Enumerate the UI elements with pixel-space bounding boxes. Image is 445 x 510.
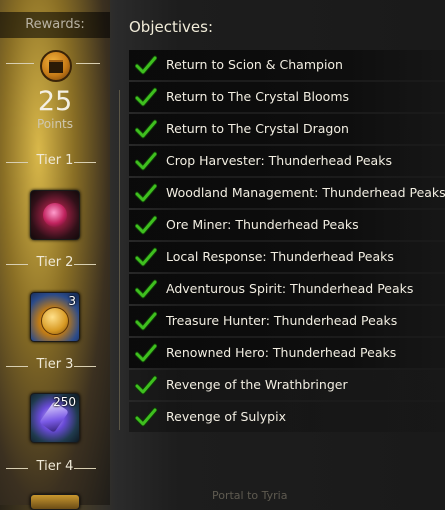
checkmark-icon	[135, 118, 157, 140]
rewards-panel: Rewards: 25 Points Tier 1 Tier 2 3 Tier …	[0, 0, 110, 510]
objective-row: Adventurous Spirit: Thunderhead Peaks	[129, 274, 445, 304]
checkmark-icon	[135, 342, 157, 364]
checkmark-icon	[135, 278, 157, 300]
objective-row: Local Response: Thunderhead Peaks	[129, 242, 445, 272]
tier-1-reward-icon[interactable]	[30, 190, 80, 240]
objective-label: Adventurous Spirit: Thunderhead Peaks	[166, 281, 414, 296]
objective-label: Local Response: Thunderhead Peaks	[166, 249, 394, 264]
objective-label: Revenge of the Wrathbringer	[166, 377, 348, 392]
reward-quantity: 250	[53, 395, 76, 409]
tier-2-heading: Tier 2	[0, 255, 110, 273]
checkmark-icon	[135, 406, 157, 428]
objective-row: Return to Scion & Champion	[129, 50, 445, 80]
checkmark-icon	[135, 246, 157, 268]
objectives-list: Return to Scion & Champion Return to The …	[129, 50, 445, 434]
objective-row: Revenge of Sulypix	[129, 402, 445, 432]
divider	[119, 90, 120, 430]
divider	[76, 63, 100, 64]
checkmark-icon	[135, 86, 157, 108]
objective-row: Woodland Management: Thunderhead Peaks	[129, 178, 445, 208]
objective-label: Ore Miner: Thunderhead Peaks	[166, 217, 359, 232]
objectives-title: Objectives:	[129, 18, 213, 36]
tier-1-heading: Tier 1	[0, 153, 110, 171]
treasure-chest-icon	[40, 50, 72, 82]
checkmark-icon	[135, 150, 157, 172]
tier-4-heading: Tier 4	[0, 459, 110, 477]
objective-row: Return to The Crystal Blooms	[129, 82, 445, 112]
divider	[6, 63, 34, 64]
reward-quantity: 3	[68, 294, 76, 308]
rewards-header: Rewards:	[0, 12, 110, 38]
checkmark-icon	[135, 54, 157, 76]
map-label: Portal to Tyria	[212, 489, 288, 502]
objective-row: Revenge of the Wrathbringer	[129, 370, 445, 400]
objective-label: Treasure Hunter: Thunderhead Peaks	[166, 313, 398, 328]
checkmark-icon	[135, 310, 157, 332]
tier-3-heading: Tier 3	[0, 357, 110, 375]
objective-label: Return to The Crystal Dragon	[166, 121, 349, 136]
points-value: 25	[37, 86, 73, 117]
checkmark-icon	[135, 214, 157, 236]
objective-label: Woodland Management: Thunderhead Peaks	[166, 185, 445, 200]
objective-row: Ore Miner: Thunderhead Peaks	[129, 210, 445, 240]
objective-row: Treasure Hunter: Thunderhead Peaks	[129, 306, 445, 336]
objective-label: Crop Harvester: Thunderhead Peaks	[166, 153, 392, 168]
points-label: Points	[36, 117, 74, 131]
objective-label: Renowned Hero: Thunderhead Peaks	[166, 345, 397, 360]
objective-row: Return to The Crystal Dragon	[129, 114, 445, 144]
tier-3-reward-icon[interactable]: 250	[30, 393, 80, 443]
objective-label: Revenge of Sulypix	[166, 409, 286, 424]
checkmark-icon	[135, 182, 157, 204]
objective-label: Return to The Crystal Blooms	[166, 89, 350, 104]
objective-label: Return to Scion & Champion	[166, 57, 343, 72]
tier-4-reward-icon[interactable]	[30, 494, 80, 510]
tier-2-reward-icon[interactable]: 3	[30, 292, 80, 342]
objective-row: Renowned Hero: Thunderhead Peaks	[129, 338, 445, 368]
checkmark-icon	[135, 374, 157, 396]
objective-row: Crop Harvester: Thunderhead Peaks	[129, 146, 445, 176]
